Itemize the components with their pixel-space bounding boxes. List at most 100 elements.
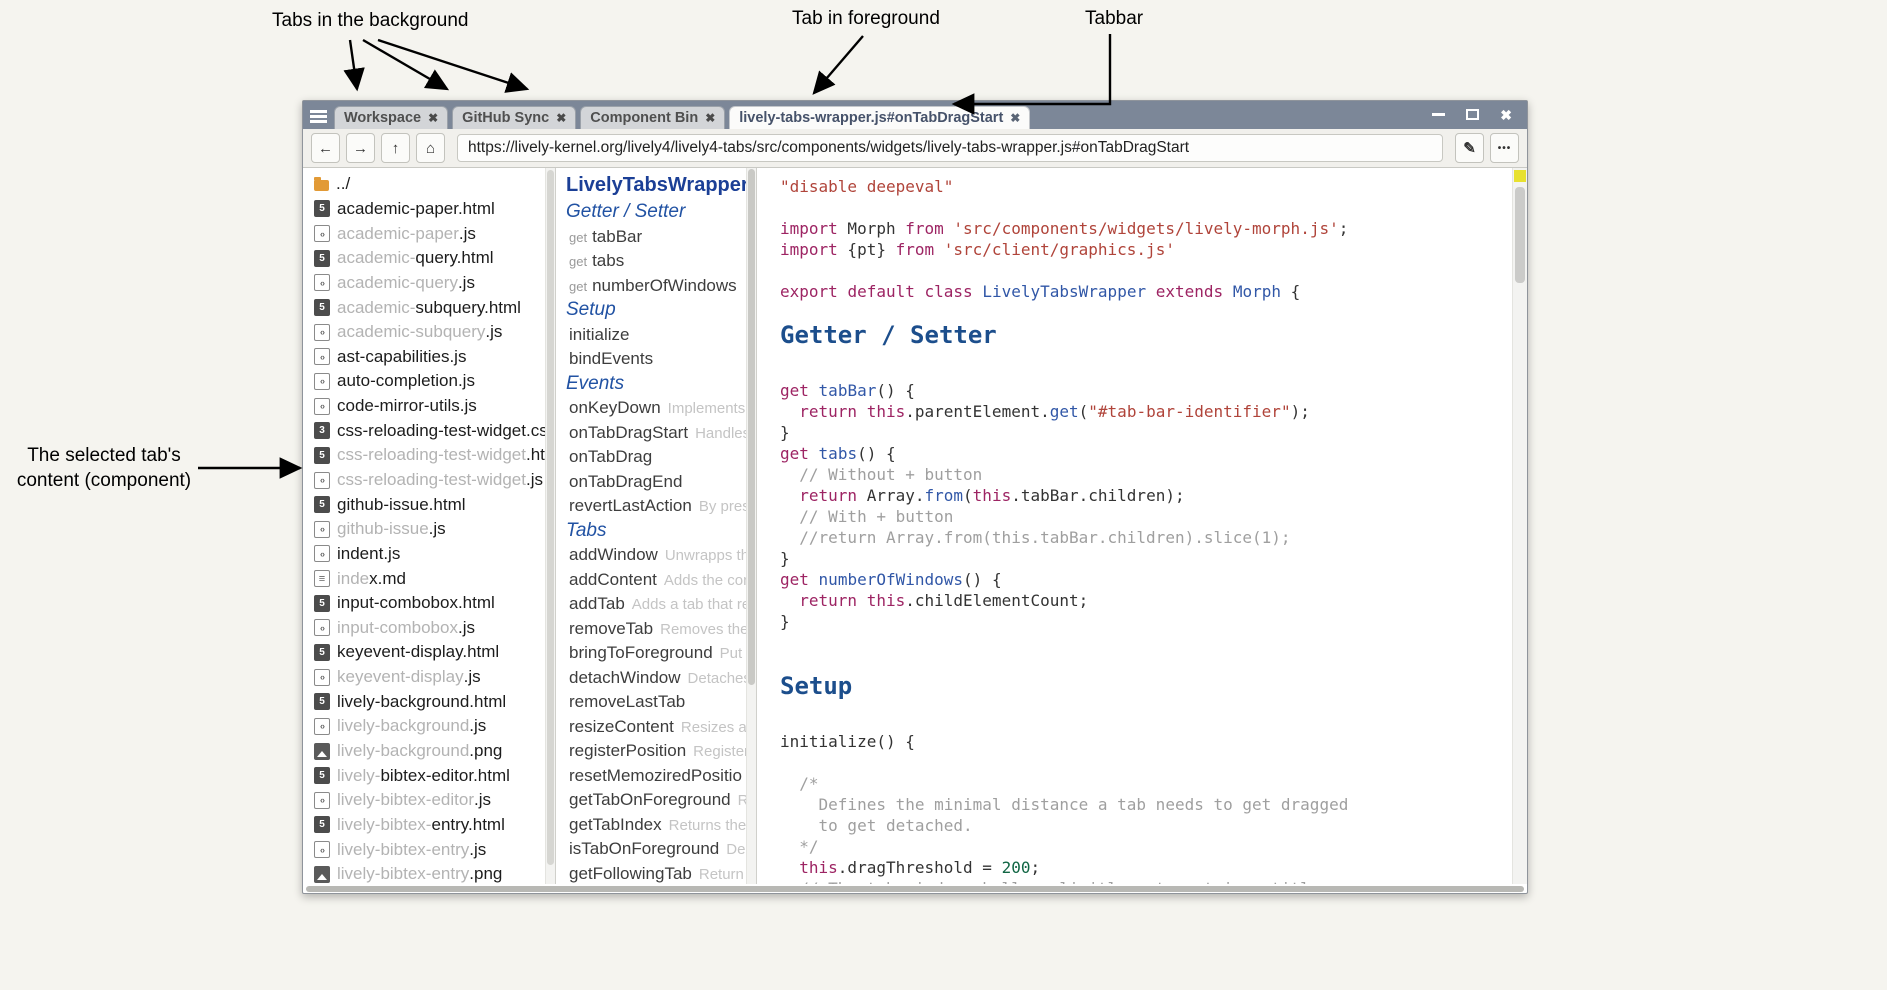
file-row[interactable]: input-combobox.html <box>314 591 555 616</box>
tab-close-icon[interactable]: ✖ <box>428 111 438 125</box>
back-button[interactable]: ← <box>311 133 340 163</box>
outline-method[interactable]: bringToForegroundPut <box>566 641 756 666</box>
outline-method[interactable]: removeLastTab <box>566 690 756 715</box>
file-row[interactable]: css-reloading-test-widget.js <box>314 468 555 493</box>
outline-category[interactable]: Events <box>566 372 756 397</box>
outline-method[interactable]: registerPositionRegister <box>566 739 756 764</box>
file-row[interactable]: academic-query.html <box>314 246 555 271</box>
outline-method[interactable]: detachWindowDetaches <box>566 666 756 691</box>
outline-method[interactable]: addContentAdds the con <box>566 568 756 593</box>
file-name: .js <box>469 716 486 736</box>
file-row[interactable]: ast-capabilities.js <box>314 344 555 369</box>
file-row[interactable]: lively-background.html <box>314 689 555 714</box>
outline-method[interactable]: gettabs <box>566 249 756 274</box>
outline-method[interactable]: onTabDrag <box>566 445 756 470</box>
file-row[interactable]: ../ <box>314 172 555 197</box>
file-row[interactable]: academic-subquery.js <box>314 320 555 345</box>
outline-method[interactable]: resetMemoziredPositio <box>566 764 756 789</box>
js-file-icon <box>314 792 330 809</box>
more-options-button[interactable]: ••• <box>1490 133 1519 163</box>
scrollbar-thumb[interactable] <box>547 170 554 865</box>
file-row[interactable]: lively-bibtex-editor.html <box>314 763 555 788</box>
outline-method[interactable]: addWindowUnwrapps th <box>566 543 756 568</box>
file-row[interactable]: lively-bibtex-entry.js <box>314 837 555 862</box>
outline-method[interactable]: onKeyDownImplements <box>566 396 756 421</box>
outline-method[interactable]: gettabBar <box>566 225 756 250</box>
file-row[interactable]: academic-paper.html <box>314 197 555 222</box>
file-row[interactable]: input-combobox.js <box>314 616 555 641</box>
file-row[interactable]: lively-bibtex-entry.html <box>314 813 555 838</box>
up-button[interactable]: ↑ <box>381 133 410 163</box>
method-description: Put <box>720 645 743 662</box>
file-row[interactable]: keyevent-display.html <box>314 640 555 665</box>
code-line <box>780 260 1527 281</box>
window-bottom-scrollbar[interactable] <box>306 886 1524 892</box>
forward-button[interactable]: → <box>346 133 375 163</box>
file-row[interactable]: code-mirror-utils.js <box>314 394 555 419</box>
tab-label: Workspace <box>344 110 421 126</box>
edit-pencil-button[interactable]: ✎ <box>1455 133 1484 163</box>
outline-category[interactable]: Setup <box>566 298 756 323</box>
tab-foreground[interactable]: lively-tabs-wrapper.js#onTabDragStart✖ <box>729 106 1030 129</box>
file-row[interactable]: github-issue.html <box>314 492 555 517</box>
outline-method[interactable]: bindEvents <box>566 347 756 372</box>
file-name: bibtex-editor.html <box>380 766 509 786</box>
outline-method[interactable]: getTabIndexReturns the <box>566 813 756 838</box>
menu-icon[interactable] <box>310 110 327 123</box>
url-input[interactable] <box>457 134 1443 162</box>
outline-method[interactable]: getFollowingTabReturn <box>566 862 756 885</box>
outline-category[interactable]: Tabs <box>566 519 756 544</box>
outline-method[interactable]: removeTabRemoves the <box>566 617 756 642</box>
tab-background[interactable]: Workspace ✖ <box>334 106 448 129</box>
outline-method[interactable]: isTabOnForegroundDe <box>566 837 756 862</box>
file-row[interactable]: academic-subquery.html <box>314 295 555 320</box>
outline-method[interactable]: resizeContentResizes a <box>566 715 756 740</box>
html-file-icon <box>314 767 330 784</box>
file-row[interactable]: lively-bibtex-entry.png <box>314 862 555 884</box>
tab-background[interactable]: Component Bin✖ <box>580 106 725 129</box>
tab-close-icon[interactable]: ✖ <box>705 111 715 125</box>
file-row[interactable]: lively-background.png <box>314 739 555 764</box>
annotation-selected-content: The selected tab's content (component) <box>6 443 202 493</box>
file-name: .js <box>429 519 446 539</box>
tab-close-icon[interactable]: ✖ <box>1010 111 1020 125</box>
code-scrollbar[interactable] <box>1512 168 1527 884</box>
minimize-icon[interactable] <box>1432 113 1445 116</box>
outline-method[interactable]: revertLastActionBy pres <box>566 494 756 519</box>
file-name: indent.js <box>337 544 400 564</box>
close-icon[interactable]: ✖ <box>1500 110 1512 120</box>
file-row[interactable]: css-reloading-test-widget.cs <box>314 418 555 443</box>
scrollbar-thumb[interactable] <box>748 169 755 685</box>
file-name-dim: lively-bibtex- <box>337 815 431 835</box>
home-button[interactable]: ⌂ <box>416 133 445 163</box>
outline-method[interactable]: initialize <box>566 323 756 348</box>
outline-class-title[interactable]: LivelyTabsWrapper <box>566 174 756 197</box>
tab-close-icon[interactable]: ✖ <box>556 111 566 125</box>
maximize-icon[interactable] <box>1466 109 1479 120</box>
outline-method[interactable]: getnumberOfWindows <box>566 274 756 299</box>
outline-method[interactable]: onTabDragStartHandles <box>566 421 756 446</box>
file-row[interactable]: github-issue.js <box>314 517 555 542</box>
file-row[interactable]: auto-completion.js <box>314 369 555 394</box>
outline-method[interactable]: getTabOnForegroundR <box>566 788 756 813</box>
window-controls: ✖ <box>1432 109 1527 129</box>
file-row[interactable]: css-reloading-test-widget.ht <box>314 443 555 468</box>
file-row[interactable]: keyevent-display.js <box>314 665 555 690</box>
file-row[interactable]: academic-query.js <box>314 271 555 296</box>
outline-category[interactable]: Getter / Setter <box>566 200 756 225</box>
file-row[interactable]: academic-paper.js <box>314 221 555 246</box>
outline-method[interactable]: onTabDragEnd <box>566 470 756 495</box>
code-line: this.dragThreshold = 200; <box>780 857 1527 878</box>
file-row[interactable]: lively-bibtex-editor.js <box>314 788 555 813</box>
html-file-icon <box>314 816 330 833</box>
file-row[interactable]: index.md <box>314 566 555 591</box>
outline-method[interactable]: addTabAdds a tab that ref <box>566 592 756 617</box>
js-file-icon <box>314 619 330 636</box>
file-list-scrollbar[interactable] <box>545 168 555 884</box>
scrollbar-thumb[interactable] <box>1515 187 1525 283</box>
file-row[interactable]: lively-background.js <box>314 714 555 739</box>
tab-background[interactable]: GitHub Sync✖ <box>452 106 576 129</box>
code-editor-pane[interactable]: "disable deepeval"import Morph from 'src… <box>757 168 1527 884</box>
outline-scrollbar[interactable] <box>746 168 756 884</box>
file-row[interactable]: indent.js <box>314 542 555 567</box>
